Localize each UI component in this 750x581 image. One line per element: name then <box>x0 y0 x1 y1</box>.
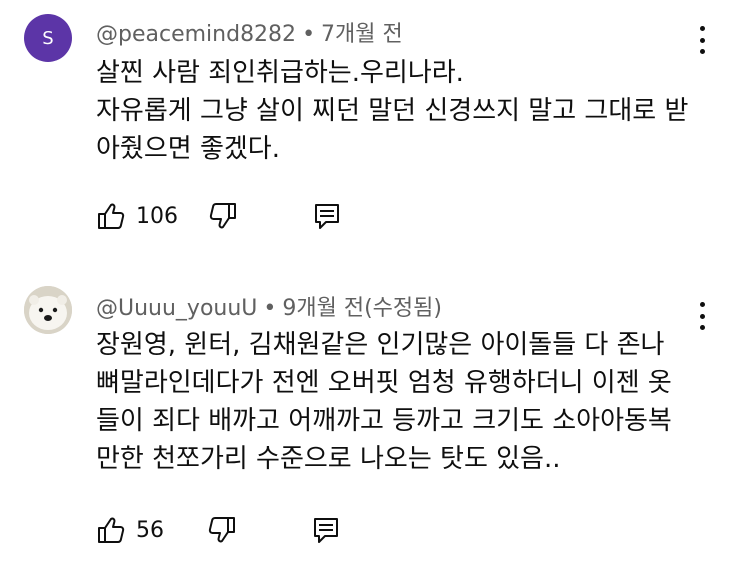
avatar[interactable]: S <box>24 14 72 62</box>
comment-time[interactable]: 7개월 전 <box>321 22 403 47</box>
comment-actions: 106 <box>96 199 342 233</box>
polar-bear-avatar-icon <box>24 286 72 334</box>
comment-text: 장원영, 윈터, 김채원같은 인기많은 아이돌들 다 존나 뼈말라인데다가 전엔… <box>96 330 672 474</box>
dislike-button[interactable] <box>208 201 238 231</box>
more-options-icon[interactable] <box>690 22 714 58</box>
reply-comment-icon <box>312 201 342 231</box>
like-count: 106 <box>136 203 178 229</box>
meta-separator: • <box>302 22 316 47</box>
comment-text: 살찐 사람 죄인취급하는.우리나라. 자유롭게 그냥 살이 찌던 말던 신경쓰지… <box>96 58 689 164</box>
thumbs-down-icon <box>207 515 237 545</box>
comment-actions: 56 <box>96 513 341 547</box>
like-button[interactable]: 106 <box>96 201 178 231</box>
like-button[interactable]: 56 <box>96 515 164 545</box>
thumbs-up-icon <box>96 201 126 231</box>
thumbs-up-icon <box>96 515 126 545</box>
thumbs-down-icon <box>208 201 238 231</box>
avatar[interactable] <box>24 286 72 334</box>
reply-comment-icon <box>311 515 341 545</box>
more-options-icon[interactable] <box>690 298 714 334</box>
meta-separator: • <box>263 296 277 321</box>
avatar-initial: S <box>42 27 54 49</box>
like-count: 56 <box>136 517 164 543</box>
comment-meta: @Uuuu_youuU • 9개월 전(수정됨) <box>96 290 442 322</box>
comment-time[interactable]: 9개월 전(수정됨) <box>282 296 442 321</box>
comment-meta: @peacemind8282 • 7개월 전 <box>96 16 403 48</box>
comment-2: @Uuuu_youuU • 9개월 전(수정됨) 장원영, 윈터, 김채원같은 인기… <box>0 270 750 570</box>
comment-1: S @peacemind8282 • 7개월 전 살찐 사람 죄인취급하는.우리나라… <box>0 0 750 250</box>
reply-button[interactable] <box>312 201 342 231</box>
comment-author[interactable]: @peacemind8282 <box>96 22 296 47</box>
dislike-button[interactable] <box>207 515 237 545</box>
reply-button[interactable] <box>311 515 341 545</box>
comment-author[interactable]: @Uuuu_youuU <box>96 296 257 321</box>
